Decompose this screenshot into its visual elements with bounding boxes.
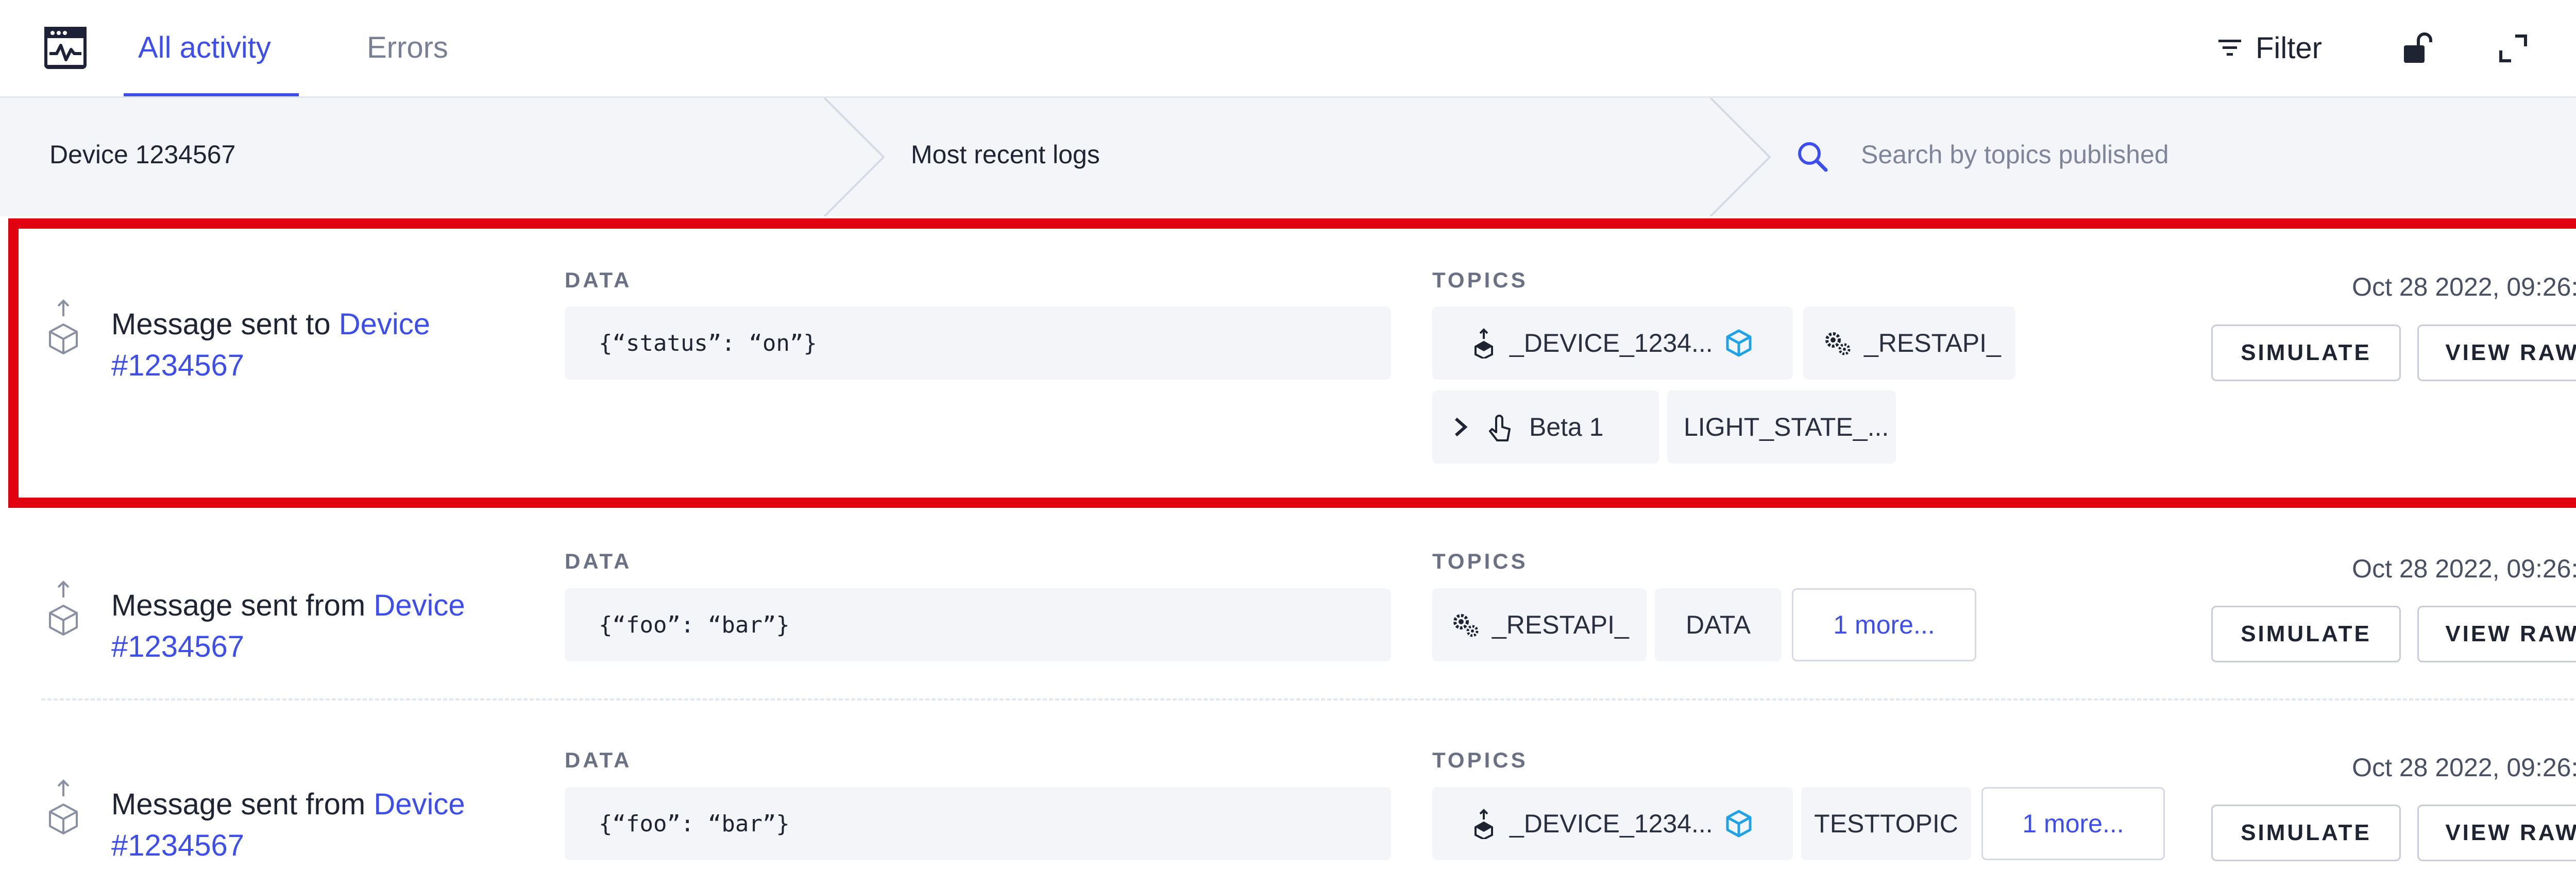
- filter-icon: [2218, 40, 2241, 56]
- topic-chip-label: TESTTOPIC: [1814, 809, 1958, 838]
- device-link[interactable]: Device: [374, 589, 465, 622]
- row-divider: [41, 698, 2576, 701]
- simulate-button[interactable]: SIMULATE: [2211, 805, 2401, 861]
- more-topics-button[interactable]: 1 more...: [1792, 588, 1976, 661]
- message-prefix: Message sent from: [111, 589, 366, 622]
- simulate-button[interactable]: SIMULATE: [2211, 606, 2401, 662]
- more-topics-label: 1 more...: [1833, 610, 1935, 639]
- more-topics-label: 1 more...: [2022, 809, 2124, 838]
- upload-cube-icon: [49, 779, 78, 834]
- top-bar: All activity Errors Filter: [0, 0, 2576, 98]
- list-item: Message sent from Device #1234567 DATA {…: [0, 541, 2576, 695]
- data-box: {“foo”: “bar”}: [565, 787, 1391, 860]
- view-raw-button[interactable]: VIEW RAW: [2417, 606, 2576, 662]
- data-box: {“foo”: “bar”}: [565, 588, 1391, 661]
- message-text: Message sent from Device #1234567: [111, 784, 523, 866]
- cube-icon: [1726, 810, 1752, 838]
- tab-all-activity[interactable]: All activity: [138, 30, 271, 66]
- filter-label: Filter: [2256, 31, 2322, 65]
- topic-chip[interactable]: TESTTOPIC: [1801, 787, 1971, 860]
- gears-icon: [1453, 614, 1479, 637]
- unlock-icon[interactable]: [2399, 30, 2436, 67]
- topic-chip-label: _DEVICE_1234...: [1510, 809, 1713, 838]
- topic-chip-label: _RESTAPI_: [1492, 610, 1629, 639]
- device-publish-icon: [1475, 809, 1493, 839]
- topic-chip[interactable]: _RESTAPI_: [1432, 588, 1647, 661]
- timestamp: Oct 28 2022, 09:26:23: [2352, 554, 2576, 583]
- tab-errors[interactable]: Errors: [367, 30, 448, 66]
- data-label: DATA: [565, 748, 632, 772]
- device-id-link[interactable]: #1234567: [111, 829, 244, 862]
- data-label: DATA: [565, 549, 632, 573]
- breadcrumb-logs[interactable]: Most recent logs: [911, 138, 1100, 171]
- breadcrumb: Device 1234567 Most recent logs Search b…: [0, 98, 2576, 216]
- data-value: {“foo”: “bar”}: [599, 811, 790, 837]
- message-text: Message sent from Device #1234567: [111, 585, 523, 668]
- topic-chip[interactable]: _DEVICE_1234...: [1432, 787, 1793, 860]
- breadcrumb-device[interactable]: Device 1234567: [49, 138, 235, 171]
- activity-logo-icon: [44, 27, 87, 69]
- device-link[interactable]: Device: [374, 788, 465, 821]
- topic-chip[interactable]: DATA: [1655, 588, 1782, 661]
- active-tab-indicator: [124, 93, 299, 96]
- expand-icon[interactable]: [2495, 30, 2532, 67]
- breadcrumb-chevrons: [823, 98, 1771, 216]
- topic-chip-label: DATA: [1686, 610, 1751, 639]
- timestamp: Oct 28 2022, 09:26:23: [2352, 753, 2576, 782]
- view-raw-button[interactable]: VIEW RAW: [2417, 805, 2576, 861]
- list-item: Message sent from Device #1234567 DATA {…: [0, 740, 2576, 888]
- search-input[interactable]: Search by topics published: [1861, 138, 2169, 171]
- data-value: {“foo”: “bar”}: [599, 612, 790, 638]
- filter-button[interactable]: Filter: [2215, 30, 2322, 66]
- selection-highlight: [8, 218, 2576, 508]
- search-icon: [1798, 142, 1828, 172]
- more-topics-button[interactable]: 1 more...: [1981, 787, 2165, 860]
- topics-label: TOPICS: [1432, 748, 1528, 772]
- device-id-link[interactable]: #1234567: [111, 630, 244, 663]
- message-prefix: Message sent from: [111, 788, 366, 821]
- upload-cube-icon: [49, 580, 78, 636]
- topics-label: TOPICS: [1432, 549, 1528, 573]
